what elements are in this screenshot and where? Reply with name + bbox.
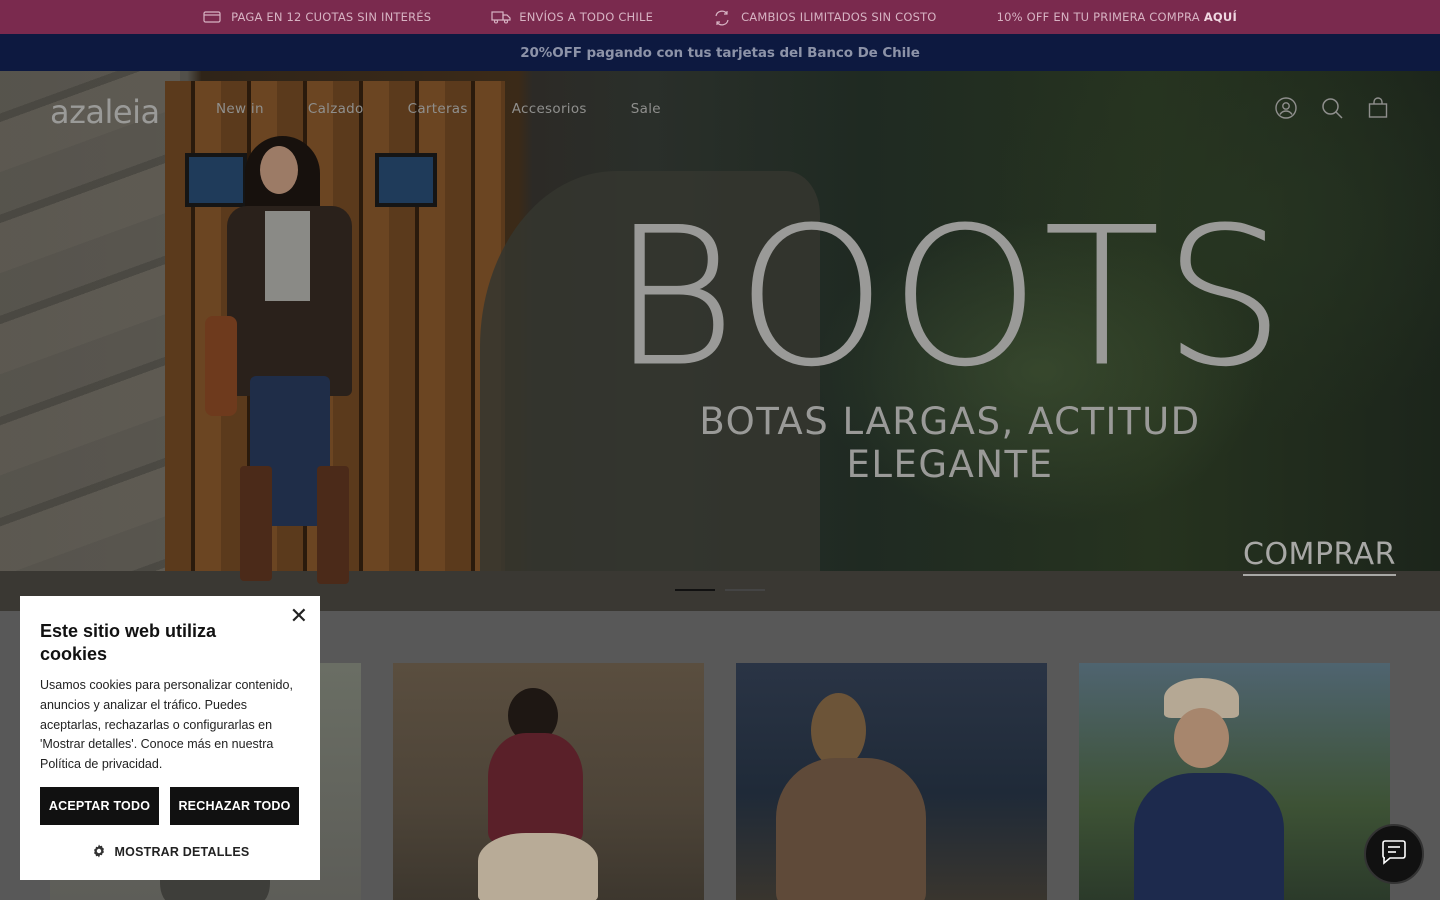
- slider-dot-2[interactable]: [725, 589, 765, 591]
- nav-item-new-in[interactable]: New in: [216, 101, 264, 117]
- nav-item-accesorios[interactable]: Accesorios: [512, 101, 587, 117]
- announcement-bar: PAGA EN 12 CUOTAS SIN INTERÉS ENVÍOS A T…: [0, 0, 1440, 34]
- truck-icon: [491, 10, 511, 24]
- hero-subtitle: BOTAS LARGAS, ACTITUD ELEGANTE: [699, 400, 1201, 486]
- site-logo[interactable]: azaleia: [50, 93, 160, 131]
- hero-shop-button[interactable]: COMPRAR: [1243, 537, 1397, 576]
- account-icon[interactable]: [1274, 96, 1298, 120]
- cart-icon[interactable]: [1366, 96, 1390, 120]
- reject-all-button[interactable]: RECHAZAR TODO: [170, 786, 299, 825]
- collection-tile[interactable]: [1079, 663, 1390, 900]
- promo-bar: 20%OFF pagando con tus tarjetas del Banc…: [0, 34, 1440, 71]
- collection-tile[interactable]: [393, 663, 704, 900]
- slider-dot-1[interactable]: [675, 589, 715, 591]
- cookie-buttons: ACEPTAR TODO RECHAZAR TODO: [40, 786, 300, 825]
- announcement-text: CAMBIOS ILIMITADOS SIN COSTO: [741, 10, 937, 24]
- close-icon[interactable]: ✕: [290, 604, 308, 629]
- header-icons: [1274, 96, 1390, 120]
- announcement-text: PAGA EN 12 CUOTAS SIN INTERÉS: [231, 10, 432, 24]
- nav-item-carteras[interactable]: Carteras: [408, 101, 468, 117]
- hero-title: BOOTS: [611, 187, 1289, 408]
- chat-icon: [1380, 839, 1408, 869]
- gear-icon: [91, 843, 107, 862]
- exchange-icon: [713, 10, 731, 26]
- site-header: azaleia New in Calzado Carteras Accesori…: [0, 71, 1440, 147]
- slider-dots: [675, 589, 765, 591]
- announcement-text: ENVÍOS A TODO CHILE: [519, 10, 654, 24]
- collection-tile[interactable]: [736, 663, 1047, 900]
- cookie-title: Este sitio web utiliza cookies: [40, 621, 217, 664]
- announcement-item-cuotas[interactable]: PAGA EN 12 CUOTAS SIN INTERÉS: [203, 10, 431, 24]
- show-details-label: MOSTRAR DETALLES: [114, 845, 250, 860]
- nav-item-calzado[interactable]: Calzado: [308, 101, 364, 117]
- announcement-item-envios[interactable]: ENVÍOS A TODO CHILE: [491, 10, 653, 24]
- announcement-offer-link[interactable]: AQUÍ: [1204, 10, 1237, 24]
- announcement-item-offer[interactable]: 10% OFF EN TU PRIMERA COMPRA AQUÍ: [997, 10, 1237, 24]
- hero-image-wall: [0, 71, 180, 611]
- main-nav: New in Calzado Carteras Accesorios Sale: [216, 101, 705, 117]
- chat-button[interactable]: [1364, 824, 1424, 884]
- announcement-offer-text: 10% OFF EN TU PRIMERA COMPRA: [996, 10, 1200, 24]
- promo-text[interactable]: 20%OFF pagando con tus tarjetas del Banc…: [520, 45, 920, 61]
- accept-all-button[interactable]: ACEPTAR TODO: [40, 786, 159, 825]
- announcement-item-cambios[interactable]: CAMBIOS ILIMITADOS SIN COSTO: [713, 10, 937, 26]
- hero-banner[interactable]: BOOTS BOTAS LARGAS, ACTITUD ELEGANTE COM…: [0, 71, 1440, 611]
- cookie-body: Usamos cookies para personalizar conteni…: [40, 678, 293, 772]
- show-details-button[interactable]: MOSTRAR DETALLES: [40, 843, 300, 862]
- card-icon: [203, 10, 221, 24]
- search-icon[interactable]: [1320, 96, 1344, 120]
- hero-model: [205, 136, 365, 586]
- nav-item-sale[interactable]: Sale: [631, 101, 661, 117]
- cookie-dialog: ✕ Este sitio web utiliza cookies Usamos …: [20, 596, 320, 880]
- hero-image-window: [375, 153, 437, 207]
